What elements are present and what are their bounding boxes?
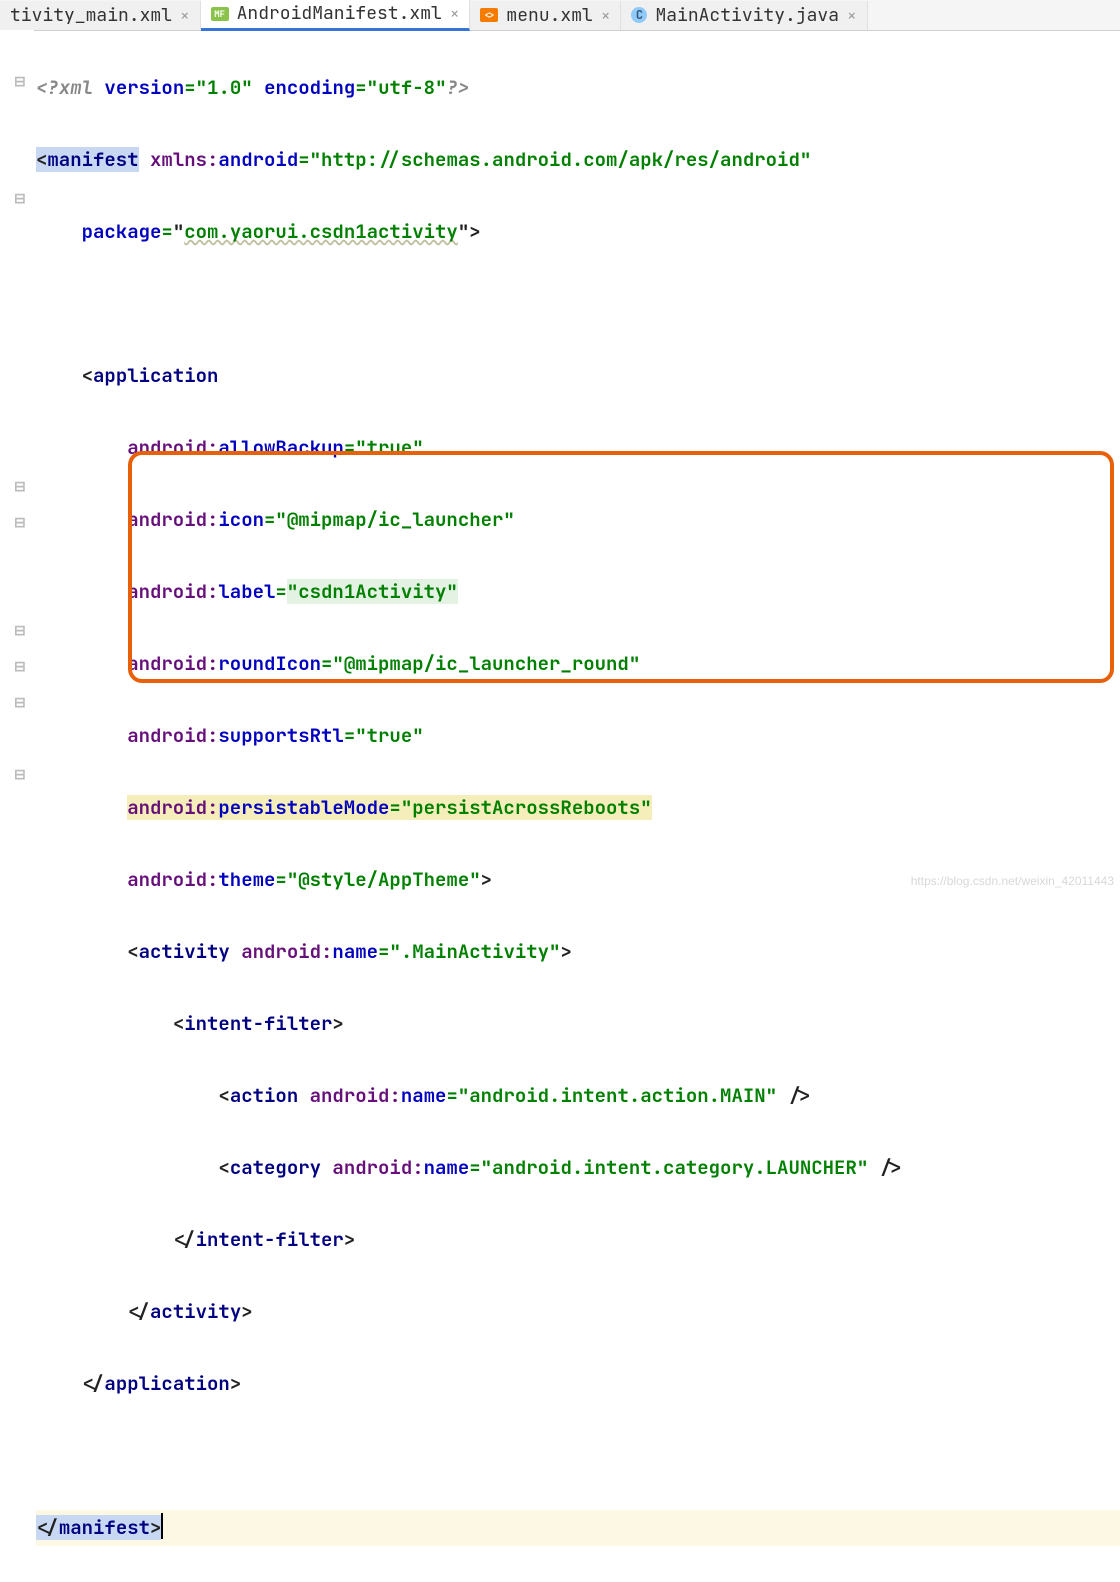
text-caret xyxy=(161,1513,163,1539)
fold-toggle-icon[interactable]: ⊟ xyxy=(14,190,28,204)
code-line: android:supportsRtl="true" xyxy=(36,718,1120,754)
tab-android-manifest[interactable]: MF AndroidManifest.xml × xyxy=(201,0,471,31)
code-line-current: </manifest> xyxy=(36,1510,1120,1546)
editor-tab-bar: tivity_main.xml × MF AndroidManifest.xml… xyxy=(0,0,1120,31)
editor-gutter: ⊟ ⊟ ⊟ ⊟ ⊟ ⊟ ⊟ ⊟ xyxy=(0,30,34,892)
close-icon[interactable]: × xyxy=(450,3,460,24)
xml-file-icon: <> xyxy=(480,8,498,22)
fold-toggle-icon[interactable]: ⊟ xyxy=(14,478,28,492)
code-line: <manifest xmlns:android="http://schemas.… xyxy=(36,142,1120,178)
code-line: </activity> xyxy=(36,1294,1120,1330)
fold-end-icon[interactable]: ⊟ xyxy=(14,694,28,708)
tab-menu-xml[interactable]: <> menu.xml × xyxy=(470,1,621,30)
code-line: <application xyxy=(36,358,1120,394)
tab-label: MainActivity.java xyxy=(655,4,839,27)
code-line xyxy=(36,1438,1120,1474)
tab-label: menu.xml xyxy=(506,4,592,27)
fold-toggle-icon[interactable]: ⊟ xyxy=(14,73,28,87)
watermark-text: https://blog.csdn.net/weixin_42011443 xyxy=(911,874,1114,888)
code-line: <category android:name="android.intent.c… xyxy=(36,1150,1120,1186)
tab-activity-main[interactable]: tivity_main.xml × xyxy=(0,1,201,30)
code-line: <intent-filter> xyxy=(36,1006,1120,1042)
tab-label: AndroidManifest.xml xyxy=(237,2,442,25)
close-icon[interactable]: × xyxy=(847,5,857,26)
code-editor[interactable]: <?xml version="1.0" encoding="utf-8"?> <… xyxy=(36,34,1120,1582)
fold-end-icon[interactable]: ⊟ xyxy=(14,658,28,672)
code-line: android:label="csdn1Activity" xyxy=(36,574,1120,610)
tab-main-activity[interactable]: C MainActivity.java × xyxy=(621,1,867,30)
code-line: <activity android:name=".MainActivity"> xyxy=(36,934,1120,970)
fold-toggle-icon[interactable]: ⊟ xyxy=(14,514,28,528)
code-line: <?xml version="1.0" encoding="utf-8"?> xyxy=(36,70,1120,106)
tab-label: tivity_main.xml xyxy=(10,4,172,27)
code-line xyxy=(36,286,1120,322)
code-line: android:roundIcon="@mipmap/ic_launcher_r… xyxy=(36,646,1120,682)
close-icon[interactable]: × xyxy=(601,5,611,26)
code-line: package="com.yaorui.csdn1activity"> xyxy=(36,214,1120,250)
code-line: android:persistableMode="persistAcrossRe… xyxy=(36,790,1120,826)
manifest-file-icon: MF xyxy=(211,7,229,21)
fold-end-icon[interactable]: ⊟ xyxy=(14,622,28,636)
code-line: android:icon="@mipmap/ic_launcher" xyxy=(36,502,1120,538)
code-line: android:allowBackup="true" xyxy=(36,430,1120,466)
code-line: </application> xyxy=(36,1366,1120,1402)
class-file-icon: C xyxy=(631,7,647,23)
fold-end-icon[interactable]: ⊟ xyxy=(14,766,28,780)
close-icon[interactable]: × xyxy=(180,5,190,26)
code-line: </intent-filter> xyxy=(36,1222,1120,1258)
code-line: <action android:name="android.intent.act… xyxy=(36,1078,1120,1114)
